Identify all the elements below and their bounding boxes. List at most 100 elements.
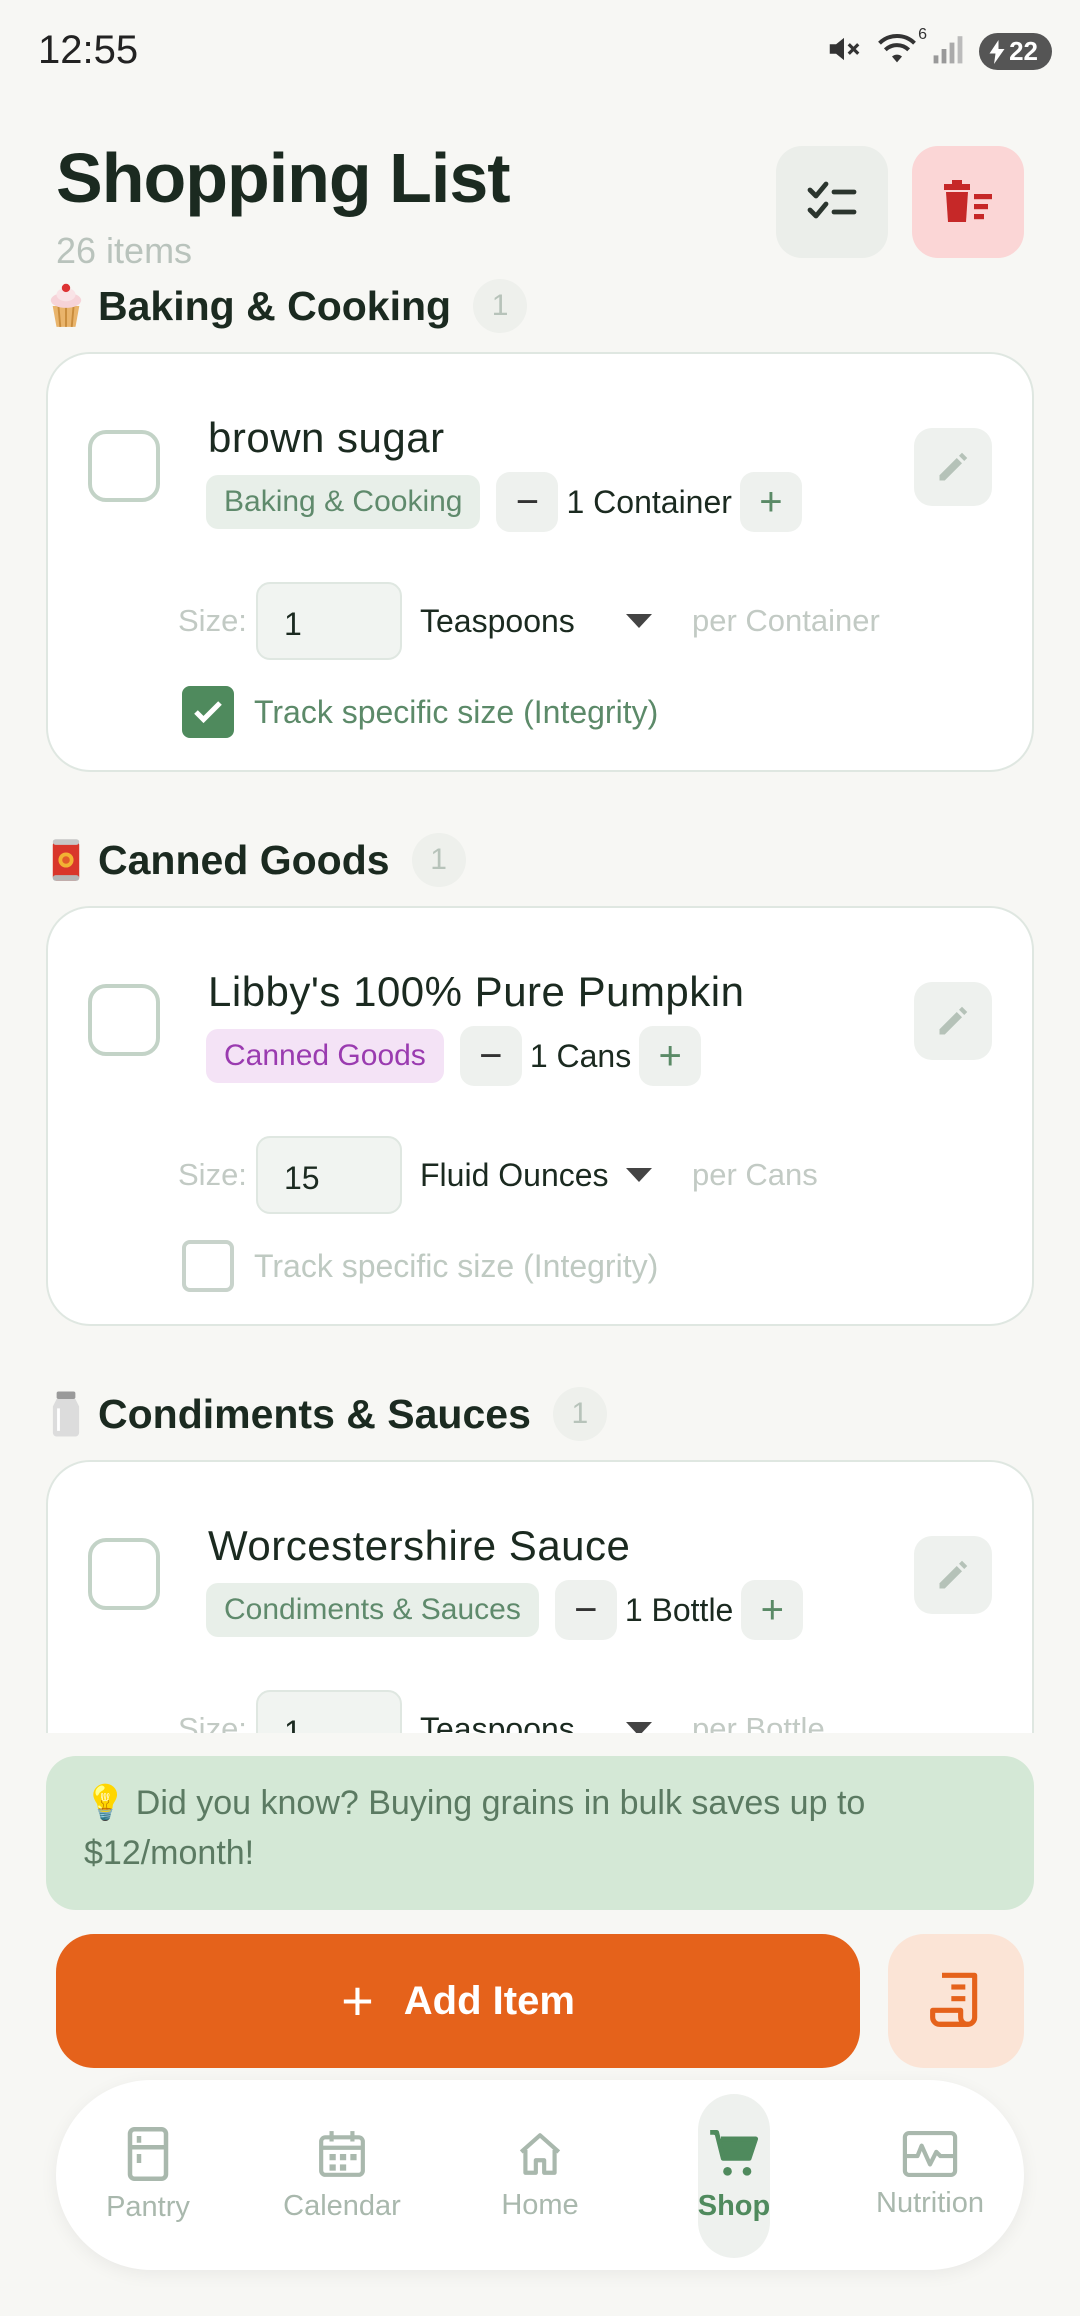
pencil-icon [939, 1560, 968, 1589]
unit-select[interactable]: Teaspoons [420, 603, 616, 640]
unit-select[interactable]: Fluid Ounces [420, 1157, 616, 1194]
checklist-icon [807, 181, 857, 219]
item-name: Libby's 100% Pure Pumpkin [208, 968, 745, 1015]
increase-quantity-button[interactable]: + [639, 1026, 702, 1086]
track-size-checkbox[interactable] [182, 1240, 234, 1292]
category-count: 1 [411, 833, 466, 887]
nav-label: Shop [697, 2189, 771, 2222]
per-unit-label: per Bottle [692, 1711, 825, 1733]
cupcake-icon [46, 283, 86, 329]
nav-shop[interactable]: Shop [644, 2080, 824, 2270]
size-label: Size: [178, 1157, 247, 1192]
nav-label: Nutrition [876, 2186, 984, 2219]
add-item-button[interactable]: + Add Item [56, 1934, 860, 2068]
pencil-icon [939, 452, 968, 481]
nav-label: Calendar [283, 2189, 401, 2222]
list-item-card: brown sugar Baking & Cooking − 1 Contain… [46, 352, 1034, 772]
scan-receipt-button[interactable] [888, 1934, 1024, 2068]
item-checkbox[interactable] [88, 984, 160, 1056]
unit-select[interactable]: Teaspoons [420, 1711, 616, 1734]
category-name: Canned Goods [98, 836, 390, 883]
category-count: 1 [473, 279, 528, 333]
home-icon [519, 2132, 561, 2175]
status-time: 12:55 [38, 28, 139, 72]
dropdown-arrow-icon[interactable] [626, 614, 652, 628]
jar-icon [46, 1391, 86, 1437]
decrease-quantity-button[interactable]: − [496, 472, 559, 532]
increase-quantity-button[interactable]: + [739, 472, 802, 532]
nav-label: Pantry [106, 2190, 190, 2223]
category-header-baking: Baking & Cooking 1 [46, 276, 528, 336]
charging-icon [989, 39, 1005, 64]
signal-icon [931, 33, 965, 70]
page-title: Shopping List [56, 139, 511, 217]
increase-quantity-button[interactable]: + [741, 1580, 804, 1640]
decrease-quantity-button[interactable]: − [459, 1026, 522, 1086]
receipt-icon [930, 1972, 978, 2027]
can-icon [46, 837, 86, 883]
item-name: Worcestershire Sauce [208, 1522, 631, 1569]
size-row: Size: 1 Teaspoons per Container [178, 582, 880, 660]
dropdown-arrow-icon[interactable] [626, 1168, 652, 1182]
quantity-value: 1 Container [566, 483, 732, 520]
size-input[interactable]: 15 [256, 1136, 402, 1214]
category-header-canned: Canned Goods 1 [46, 830, 466, 890]
nav-label: Home [501, 2188, 579, 2221]
nav-nutrition[interactable]: Nutrition [840, 2080, 1020, 2270]
quantity-value: 1 Bottle [624, 1591, 734, 1628]
checkmark-icon [194, 701, 222, 724]
edit-item-button[interactable] [914, 428, 992, 506]
size-input[interactable]: 1 [256, 582, 402, 660]
bottom-navigation: Pantry Calendar Home Shop Nutrition [56, 2080, 1024, 2270]
dropdown-arrow-icon[interactable] [626, 1722, 652, 1733]
clear-list-button[interactable] [912, 146, 1024, 258]
category-name: Condiments & Sauces [98, 1390, 531, 1437]
item-checkbox[interactable] [88, 430, 160, 502]
size-row: Size: 15 Fluid Ounces per Cans [178, 1136, 818, 1214]
check-all-button[interactable] [776, 146, 888, 258]
add-item-label: Add Item [403, 1978, 575, 2023]
edit-item-button[interactable] [914, 1536, 992, 1614]
track-size-row[interactable]: Track specific size (Integrity) [182, 686, 658, 738]
decrease-quantity-button[interactable]: − [554, 1580, 617, 1640]
track-size-checkbox[interactable] [182, 686, 234, 738]
item-meta-row: Canned Goods − 1 Cans + [206, 1026, 702, 1086]
delete-sweep-icon [944, 180, 992, 222]
category-header-condiments: Condiments & Sauces 1 [46, 1384, 607, 1444]
pulse-icon [902, 2130, 958, 2177]
edit-item-button[interactable] [914, 982, 992, 1060]
item-count: 26 items [56, 230, 193, 271]
item-meta-row: Condiments & Sauces − 1 Bottle + [206, 1580, 804, 1640]
size-input[interactable]: 1 [256, 1690, 402, 1733]
wifi-badge: 6 [918, 26, 928, 43]
pencil-icon [939, 1006, 968, 1035]
tip-banner: 💡 Did you know? Buying grains in bulk sa… [46, 1756, 1034, 1910]
mute-icon [825, 30, 863, 73]
category-count: 1 [552, 1387, 607, 1441]
per-unit-label: per Cans [692, 1157, 818, 1192]
size-label: Size: [178, 603, 247, 638]
list-item-card: Worcestershire Sauce Condiments & Sauces… [46, 1460, 1034, 1733]
nav-calendar[interactable]: Calendar [252, 2080, 432, 2270]
track-size-row[interactable]: Track specific size (Integrity) [182, 1240, 658, 1292]
track-size-label: Track specific size (Integrity) [254, 1247, 659, 1284]
shopping-list[interactable]: Baking & Cooking 1 brown sugar Baking & … [0, 270, 1080, 1733]
battery-level: 22 [1009, 36, 1038, 66]
category-tag: Baking & Cooking [206, 475, 481, 529]
item-checkbox[interactable] [88, 1538, 160, 1610]
track-size-label: Track specific size (Integrity) [254, 693, 659, 730]
plus-icon: + [341, 1969, 374, 2032]
list-item-card: Libby's 100% Pure Pumpkin Canned Goods −… [46, 906, 1034, 1326]
nav-home[interactable]: Home [450, 2080, 630, 2270]
category-tag: Condiments & Sauces [206, 1583, 539, 1637]
size-label: Size: [178, 1711, 247, 1733]
calendar-icon [319, 2130, 365, 2177]
nav-pantry[interactable]: Pantry [58, 2080, 238, 2270]
size-row: Size: 1 Teaspoons per Bottle [178, 1690, 825, 1733]
category-tag: Canned Goods [206, 1029, 444, 1083]
item-meta-row: Baking & Cooking − 1 Container + [206, 472, 802, 532]
battery-indicator: 22 [979, 33, 1052, 70]
per-unit-label: per Container [692, 603, 880, 638]
cart-icon [710, 2129, 759, 2176]
fridge-icon [127, 2126, 169, 2181]
